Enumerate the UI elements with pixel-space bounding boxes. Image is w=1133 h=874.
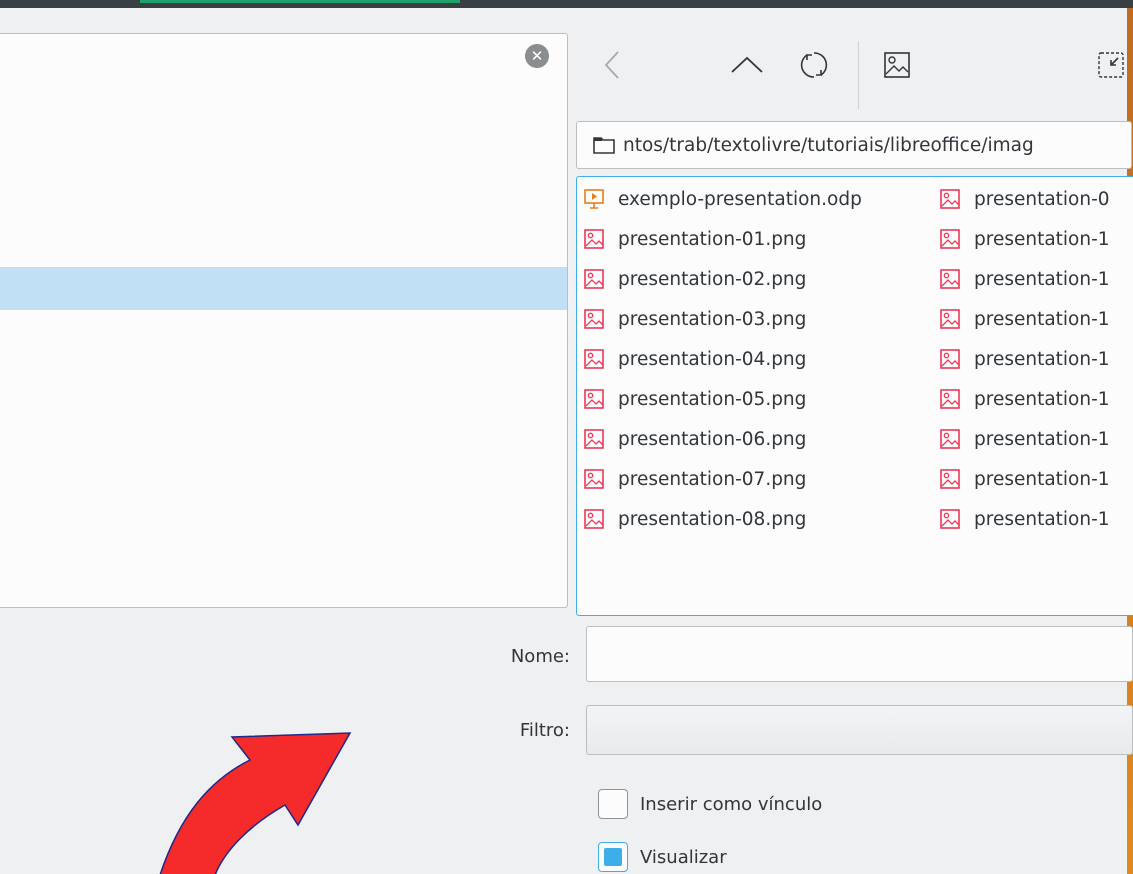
file-item[interactable]: presentation-02.png [583, 259, 933, 299]
image-file-icon [584, 349, 604, 369]
file-name: presentation-1 [974, 508, 1110, 530]
file-item[interactable]: exemplo-presentation.odp [583, 179, 933, 219]
places-panel[interactable] [0, 33, 568, 608]
file-name: presentation-06.png [618, 428, 807, 450]
shrink-button[interactable] [1094, 48, 1128, 82]
close-circle-icon[interactable]: ✕ [525, 44, 549, 68]
image-file-icon [584, 309, 604, 329]
name-field[interactable] [586, 626, 1133, 682]
annotation-arrow [159, 732, 352, 874]
file-name: presentation-1 [974, 228, 1110, 250]
image-file-icon [940, 189, 960, 209]
image-file-icon [940, 509, 960, 529]
file-item[interactable]: presentation-06.png [583, 419, 933, 459]
reload-icon [800, 52, 828, 78]
file-name: presentation-1 [974, 388, 1110, 410]
image-preview-icon [884, 52, 910, 78]
file-list[interactable]: exemplo-presentation.odp presentation-01… [576, 176, 1133, 616]
titlebar-accent [140, 0, 460, 3]
reload-button[interactable] [797, 48, 831, 82]
image-file-icon [940, 429, 960, 449]
file-name: presentation-01.png [618, 228, 807, 250]
file-name: presentation-1 [974, 268, 1110, 290]
preview-option[interactable]: Visualizar [598, 842, 727, 872]
file-column: presentation-0 presentation-1 presentati… [939, 179, 1133, 539]
image-file-icon [940, 309, 960, 329]
file-item[interactable]: presentation-1 [939, 219, 1133, 259]
file-item[interactable]: presentation-04.png [583, 339, 933, 379]
current-path: ntos/trab/textolivre/tutoriais/libreoffi… [623, 134, 1034, 156]
file-item[interactable]: presentation-03.png [583, 299, 933, 339]
insert-as-link-label: Inserir como vínculo [640, 793, 823, 815]
name-label: Nome: [510, 646, 570, 667]
file-name: presentation-1 [974, 468, 1110, 490]
filter-combobox[interactable] [586, 705, 1133, 755]
chevron-left-icon [604, 51, 619, 79]
preview-checkbox[interactable] [598, 842, 628, 872]
image-file-icon [584, 389, 604, 409]
places-selected-item[interactable] [0, 267, 567, 310]
file-item[interactable]: presentation-1 [939, 419, 1133, 459]
image-file-icon [940, 269, 960, 289]
path-bar[interactable]: ntos/trab/textolivre/tutoriais/libreoffi… [576, 121, 1132, 169]
image-file-icon [584, 469, 604, 489]
presentation-file-icon [584, 189, 604, 209]
insert-as-link-option[interactable]: Inserir como vínculo [598, 789, 822, 819]
file-name: presentation-0 [974, 188, 1110, 210]
preview-label: Visualizar [640, 846, 727, 868]
image-file-icon [584, 429, 604, 449]
file-item[interactable]: presentation-1 [939, 339, 1133, 379]
file-name: presentation-05.png [618, 388, 807, 410]
file-name: presentation-1 [974, 308, 1110, 330]
toolbar-separator [858, 41, 859, 109]
shrink-icon [1098, 52, 1124, 78]
insert-as-link-checkbox[interactable] [598, 789, 628, 819]
image-file-icon [940, 469, 960, 489]
image-file-icon [584, 269, 604, 289]
file-name: presentation-07.png [618, 468, 807, 490]
file-item[interactable]: presentation-1 [939, 259, 1133, 299]
file-name: presentation-04.png [618, 348, 807, 370]
file-name: exemplo-presentation.odp [618, 188, 862, 210]
file-item[interactable]: presentation-1 [939, 459, 1133, 499]
file-item[interactable]: presentation-01.png [583, 219, 933, 259]
chevron-up-icon [731, 56, 763, 73]
folder-icon [593, 137, 615, 154]
file-item[interactable]: presentation-05.png [583, 379, 933, 419]
file-item[interactable]: presentation-1 [939, 379, 1133, 419]
back-button[interactable] [596, 48, 630, 82]
file-item[interactable]: presentation-0 [939, 179, 1133, 219]
file-item[interactable]: presentation-07.png [583, 459, 933, 499]
file-name: presentation-1 [974, 428, 1110, 450]
image-file-icon [940, 389, 960, 409]
up-button[interactable] [730, 48, 764, 82]
clear-glyph: ✕ [530, 46, 544, 65]
image-file-icon [940, 349, 960, 369]
file-item[interactable]: presentation-1 [939, 299, 1133, 339]
file-name: presentation-1 [974, 348, 1110, 370]
file-item[interactable]: presentation-1 [939, 499, 1133, 539]
preview-button[interactable] [880, 48, 914, 82]
image-file-icon [584, 509, 604, 529]
image-file-icon [584, 229, 604, 249]
file-name: presentation-03.png [618, 308, 807, 330]
file-column: exemplo-presentation.odp presentation-01… [583, 179, 933, 539]
file-name: presentation-02.png [618, 268, 807, 290]
file-name: presentation-08.png [618, 508, 807, 530]
file-item[interactable]: presentation-08.png [583, 499, 933, 539]
filter-label: Filtro: [519, 720, 570, 741]
image-file-icon [940, 229, 960, 249]
